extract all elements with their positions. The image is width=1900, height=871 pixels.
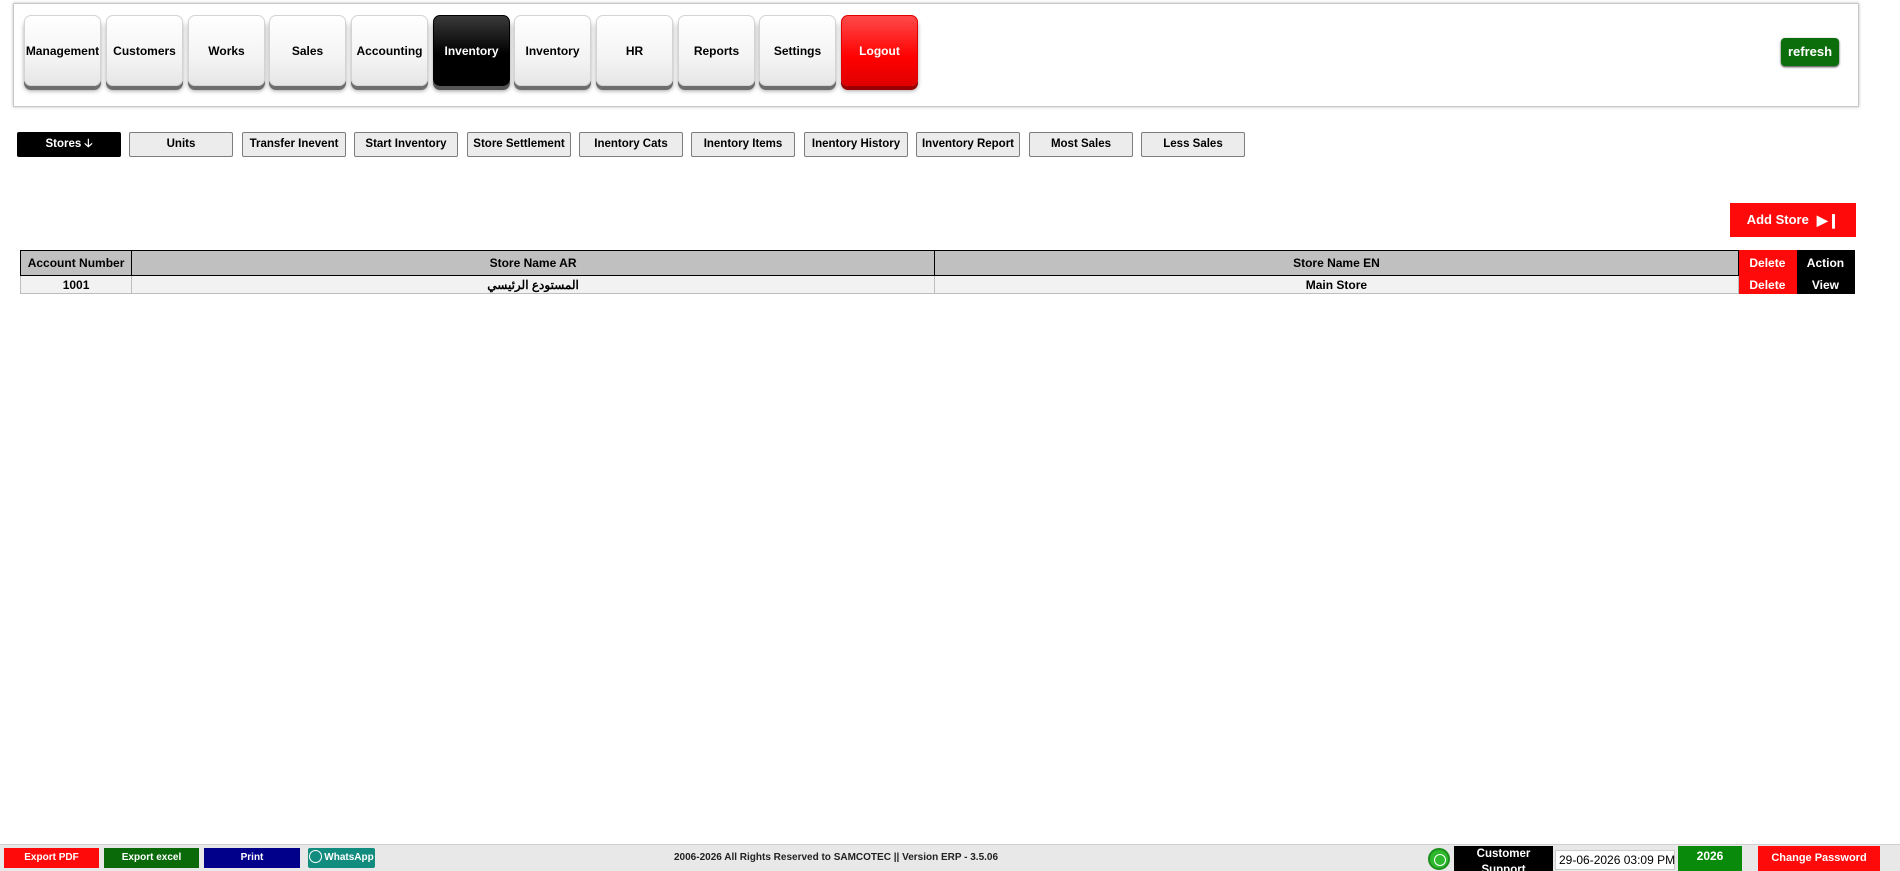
header-delete: Delete xyxy=(1737,250,1797,276)
whatsapp-icon xyxy=(309,850,323,863)
datetime-display: 29-06-2026 03:09 PM xyxy=(1555,850,1675,870)
nav-accounting-button[interactable]: Accounting xyxy=(351,15,428,86)
add-store-button[interactable]: Add Store ▶❙ xyxy=(1730,203,1856,237)
subtab-stores[interactable]: Stores 🡣 xyxy=(17,132,121,157)
nav-management-button[interactable]: Management xyxy=(24,15,101,86)
subtab-inventory-report[interactable]: Inventory Report xyxy=(916,132,1020,157)
subtab-transfer-inevent[interactable]: Transfer Inevent xyxy=(242,132,346,157)
table-row: 1001 المستودع الرئيسي Main Store Delete … xyxy=(19,275,1856,294)
subtab-stores-label: Stores xyxy=(45,138,82,150)
logout-button[interactable]: Logout xyxy=(841,15,918,86)
copyright-text: 2006-2026 All Rights Reserved to SAMCOTE… xyxy=(674,852,999,863)
table-header-row: Account Number Store Name AR Store Name … xyxy=(19,250,1856,276)
nav-works-button[interactable]: Works xyxy=(188,15,265,86)
top-navigation-panel: Management Customers Works Sales Account… xyxy=(13,3,1859,107)
cell-store-name-en: Main Store xyxy=(933,275,1739,294)
subtab-inentory-cats[interactable]: Inentory Cats xyxy=(579,132,683,157)
header-action: Action xyxy=(1795,250,1856,276)
subtab-most-sales[interactable]: Most Sales xyxy=(1029,132,1133,157)
print-button[interactable]: Print xyxy=(204,848,300,868)
change-password-button[interactable]: Change Password xyxy=(1758,846,1880,871)
nav-inventory-active-button[interactable]: Inventory xyxy=(433,15,510,86)
nav-sales-button[interactable]: Sales xyxy=(269,15,346,86)
subtab-inentory-history[interactable]: Inentory History xyxy=(804,132,908,157)
cell-account-number: 1001 xyxy=(19,275,133,294)
whatsapp-support-icon[interactable] xyxy=(1428,848,1450,870)
subtab-store-settlement[interactable]: Store Settlement xyxy=(467,132,571,157)
refresh-button[interactable]: refresh xyxy=(1781,38,1839,66)
stores-table: Account Number Store Name AR Store Name … xyxy=(19,250,1856,294)
nav-reports-button[interactable]: Reports xyxy=(678,15,755,86)
nav-hr-button[interactable]: HR xyxy=(596,15,673,86)
view-button[interactable]: View xyxy=(1795,275,1856,294)
subtab-inentory-items[interactable]: Inentory Items xyxy=(691,132,795,157)
nav-inventory-button[interactable]: Inventory xyxy=(514,15,591,86)
nav-customers-button[interactable]: Customers xyxy=(106,15,183,86)
cell-store-name-ar: المستودع الرئيسي xyxy=(131,275,935,294)
subtab-units[interactable]: Units xyxy=(129,132,233,157)
header-store-name-ar: Store Name AR xyxy=(131,250,935,276)
year-badge: 2026 xyxy=(1678,846,1742,871)
whatsapp-button[interactable]: WhatsApp xyxy=(308,848,375,868)
add-store-label: Add Store xyxy=(1746,212,1809,227)
footer-bar: Export PDF Export excel Print WhatsApp 2… xyxy=(0,844,1900,871)
skip-forward-icon: ▶❙ xyxy=(1816,212,1840,228)
subtab-less-sales[interactable]: Less Sales xyxy=(1141,132,1245,157)
whatsapp-label: WhatsApp xyxy=(324,852,374,863)
arrow-down-icon: 🡣 xyxy=(84,138,93,150)
subtab-start-inventory[interactable]: Start Inventory xyxy=(354,132,458,157)
support-label-line1: Customer xyxy=(1476,848,1531,860)
header-account-number: Account Number xyxy=(19,250,133,276)
support-label-line2: Support xyxy=(1481,864,1526,871)
nav-settings-button[interactable]: Settings xyxy=(759,15,836,86)
export-excel-button[interactable]: Export excel xyxy=(104,848,199,868)
delete-button[interactable]: Delete xyxy=(1737,275,1797,294)
header-store-name-en: Store Name EN xyxy=(933,250,1739,276)
customer-support-button[interactable]: Customer Support xyxy=(1454,846,1553,871)
export-pdf-button[interactable]: Export PDF xyxy=(4,848,99,868)
